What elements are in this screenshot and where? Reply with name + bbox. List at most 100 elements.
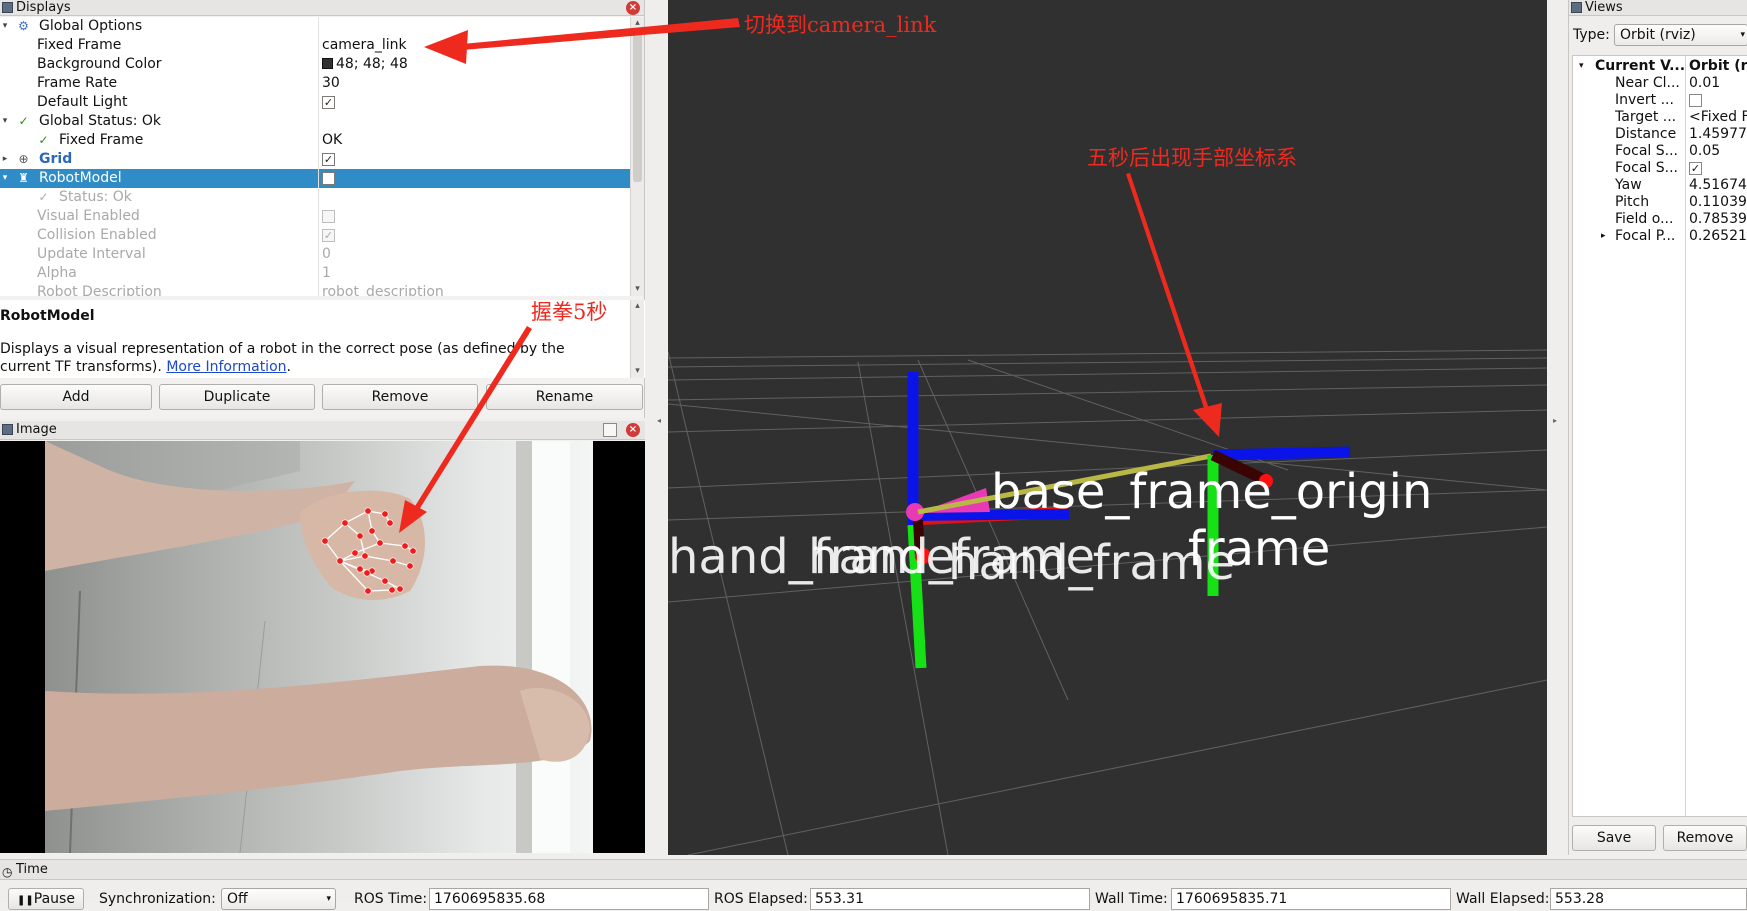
alpha-value[interactable]: 1 <box>322 264 331 283</box>
views-row[interactable]: Pitch 0.110398 <box>1573 194 1747 211</box>
focal-shape-checkbox[interactable]: ✓ <box>1689 162 1702 175</box>
save-button[interactable]: Save <box>1572 825 1656 851</box>
robot-description-value[interactable]: robot_description <box>322 283 444 296</box>
displays-tree: ▾ ⚙ Global Options Fixed Frame camera_li… <box>0 17 630 296</box>
displays-panel: Displays × ▾ ⚙ Global Options Fixed Fram… <box>0 0 645 418</box>
view-value[interactable]: 1.45977 <box>1689 126 1747 143</box>
expand-arrow-icon[interactable]: ▾ <box>1579 58 1584 75</box>
expand-arrow-icon[interactable]: ▾ <box>0 112 10 131</box>
tree-row-frame-rate[interactable]: Frame Rate 30 <box>0 74 630 93</box>
view-value[interactable]: 0.26521; <box>1689 228 1747 245</box>
scroll-thumb[interactable] <box>633 32 642 182</box>
views-row[interactable]: Distance 1.45977 <box>1573 126 1747 143</box>
more-information-link[interactable]: More Information <box>166 359 286 375</box>
view-key: Focal P... <box>1615 228 1676 244</box>
tree-row-robot-description[interactable]: Robot Description robot_description <box>0 283 630 296</box>
views-row[interactable]: ▸ Focal P... 0.26521; <box>1573 228 1747 245</box>
tree-row-visual-enabled[interactable]: Visual Enabled <box>0 207 630 226</box>
row-label: Grid <box>39 151 73 167</box>
view-value[interactable]: 0.05 <box>1689 143 1720 160</box>
wall-time-field[interactable]: 1760695835.71 <box>1171 888 1451 910</box>
view-value[interactable]: 0.110398 <box>1689 194 1747 211</box>
views-row[interactable]: Target ... <Fixed Fr <box>1573 109 1747 126</box>
displays-panel-icon <box>2 2 13 13</box>
invert-checkbox[interactable] <box>1689 94 1702 107</box>
tree-row-background-color[interactable]: Background Color 48; 48; 48 <box>0 55 630 74</box>
view-value[interactable]: <Fixed Fr <box>1689 109 1747 126</box>
ros-time-field[interactable]: 1760695835.68 <box>429 888 709 910</box>
wall-elapsed-field[interactable]: 553.28 <box>1550 888 1747 910</box>
type-select[interactable]: Orbit (rviz) ▾ <box>1614 24 1747 46</box>
tree-row-status-fixed-frame[interactable]: ✓ Fixed Frame OK <box>0 131 630 150</box>
remove-button[interactable]: Remove <box>322 384 478 410</box>
ros-elapsed-field[interactable]: 553.31 <box>810 888 1090 910</box>
description-text: Displays a visual representation of a ro… <box>0 340 615 376</box>
float-window-icon[interactable] <box>603 423 617 437</box>
annotation-switch: 切换到camera_link <box>744 13 937 37</box>
views-row-current-view[interactable]: ▾ Current V... Orbit (rv <box>1573 58 1747 75</box>
visual-enabled-checkbox[interactable] <box>322 210 335 223</box>
scroll-down-icon[interactable]: ▾ <box>631 283 644 296</box>
views-row[interactable]: Invert ... <box>1573 92 1747 109</box>
close-icon[interactable]: × <box>626 423 640 437</box>
duplicate-button[interactable]: Duplicate <box>159 384 315 410</box>
tree-scrollbar[interactable]: ▴ ▾ <box>630 17 644 296</box>
expand-arrow-icon[interactable]: ▾ <box>0 17 10 36</box>
row-label: Frame Rate <box>37 75 118 91</box>
views-row[interactable]: Near Cl... 0.01 <box>1573 75 1747 92</box>
left-splitter[interactable]: ◂ <box>646 0 666 855</box>
view-value[interactable]: 0.785398 <box>1689 211 1747 228</box>
scroll-up-icon[interactable]: ▴ <box>631 300 644 313</box>
tree-row-grid[interactable]: ▸ ⊕ Grid ✓ <box>0 150 630 169</box>
rename-button[interactable]: Rename <box>486 384 643 410</box>
default-light-checkbox[interactable]: ✓ <box>322 96 335 109</box>
collapse-arrow-icon[interactable]: ▸ <box>0 150 10 169</box>
collapse-arrow-icon[interactable]: ▸ <box>1601 228 1606 245</box>
collapse-left-icon[interactable]: ◂ <box>657 416 661 425</box>
views-title: Views <box>1585 0 1623 15</box>
tree-row-update-interval[interactable]: Update Interval 0 <box>0 245 630 264</box>
view-value[interactable]: 4.51674 <box>1689 177 1747 194</box>
row-label: Fixed Frame <box>59 132 144 148</box>
description-scrollbar[interactable]: ▴ ▾ <box>630 300 644 378</box>
expand-arrow-icon[interactable]: ▾ <box>0 169 10 188</box>
fixed-frame-value[interactable]: camera_link <box>322 36 407 55</box>
pause-button[interactable]: ❚❚Pause <box>8 888 84 910</box>
sync-select[interactable]: Off ▾ <box>221 888 336 910</box>
view-value[interactable]: 0.01 <box>1689 75 1720 92</box>
collision-enabled-checkbox[interactable]: ✓ <box>322 229 335 242</box>
frame-rate-value[interactable]: 30 <box>322 74 340 93</box>
3d-scene[interactable]: base_frame_origin frame hand_frame hand_… <box>668 0 1547 855</box>
render-3d-view[interactable]: base_frame_origin frame hand_frame hand_… <box>668 0 1547 855</box>
robot-icon: ♜ <box>18 171 29 185</box>
views-row[interactable]: Yaw 4.51674 <box>1573 177 1747 194</box>
grid-checkbox[interactable]: ✓ <box>322 153 335 166</box>
views-row[interactable]: Focal S... 0.05 <box>1573 143 1747 160</box>
tree-row-collision-enabled[interactable]: Collision Enabled ✓ <box>0 226 630 245</box>
tree-row-global-options[interactable]: ▾ ⚙ Global Options <box>0 17 630 36</box>
tree-row-alpha[interactable]: Alpha 1 <box>0 264 630 283</box>
grid-icon: ⊕ <box>18 152 29 166</box>
robotmodel-checkbox[interactable] <box>322 172 335 185</box>
views-row[interactable]: Focal S... ✓ <box>1573 160 1747 177</box>
ros-time-label: ROS Time: <box>354 891 428 907</box>
background-color-value[interactable]: 48; 48; 48 <box>322 55 408 74</box>
collapse-right-icon[interactable]: ▸ <box>1553 416 1557 425</box>
description-title: RobotModel <box>0 308 95 324</box>
remove-view-button[interactable]: Remove <box>1663 825 1747 851</box>
row-label: Robot Description <box>37 284 162 296</box>
tree-row-global-status[interactable]: ▾ ✓ Global Status: Ok <box>0 112 630 131</box>
scroll-down-icon[interactable]: ▾ <box>631 365 644 378</box>
views-row[interactable]: Field o... 0.785398 <box>1573 211 1747 228</box>
close-icon[interactable]: × <box>626 1 640 15</box>
update-interval-value[interactable]: 0 <box>322 245 331 264</box>
add-button[interactable]: Add <box>0 384 152 410</box>
right-splitter[interactable]: ▸ <box>1548 0 1568 855</box>
scroll-up-icon[interactable]: ▴ <box>631 17 644 30</box>
tree-row-robot-status[interactable]: ✓ Status: Ok <box>0 188 630 207</box>
tree-row-default-light[interactable]: Default Light ✓ <box>0 93 630 112</box>
current-view-key: Current V... <box>1595 58 1686 74</box>
tree-row-fixed-frame[interactable]: Fixed Frame camera_link <box>0 36 630 55</box>
checkmark-icon: ✓ <box>38 133 49 147</box>
tree-row-robotmodel[interactable]: ▾ ♜ RobotModel <box>0 169 630 188</box>
